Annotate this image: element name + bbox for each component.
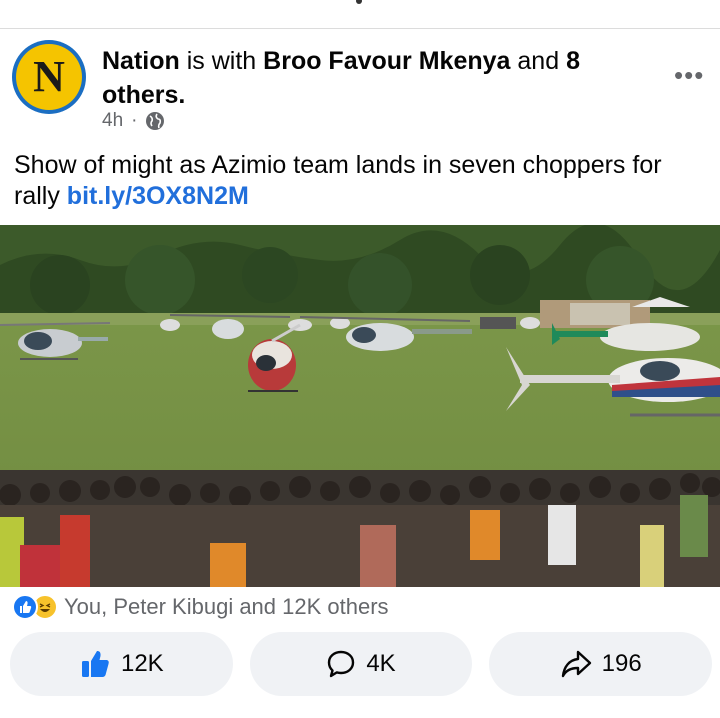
like-reaction-icon xyxy=(12,594,38,620)
reaction-summary-text: You, Peter Kibugi and 12K others xyxy=(64,594,389,619)
with-text: is with xyxy=(186,47,257,75)
divider-dot xyxy=(356,0,362,4)
and-text: and xyxy=(517,47,560,75)
share-button[interactable]: 196 xyxy=(489,632,713,696)
share-count: 196 xyxy=(601,650,642,677)
like-count: 12K xyxy=(120,650,164,677)
comment-count: 4K xyxy=(366,650,396,677)
avatar-logo: N xyxy=(16,44,82,110)
page-avatar[interactable]: N xyxy=(12,40,86,114)
post-header: N Nation is with Broo Favour Mkenya and … xyxy=(0,30,720,140)
avatar-letter: N xyxy=(33,52,65,101)
helicopters-photo xyxy=(0,225,720,587)
post-photo[interactable] xyxy=(0,225,720,587)
thumbs-up-icon xyxy=(81,650,109,677)
post-meta: 4h · xyxy=(102,110,165,132)
like-button[interactable]: 12K xyxy=(10,632,233,696)
post-actions: 12K 4K 196 xyxy=(10,632,713,696)
previous-post-edge xyxy=(0,0,720,29)
globe-icon xyxy=(146,112,165,130)
comment-button[interactable]: 4K xyxy=(249,632,473,696)
post-caption: Show of might as Azimio team lands in se… xyxy=(14,150,704,212)
caption-link[interactable]: bit.ly/3OX8N2M xyxy=(67,182,249,210)
post-author-line: Nation is with Broo Favour Mkenya and 8 … xyxy=(102,47,580,109)
meta-separator: · xyxy=(131,110,138,131)
share-icon xyxy=(561,650,591,678)
reaction-summary[interactable]: You, Peter Kibugi and 12K others xyxy=(12,592,389,622)
author-name[interactable]: Nation xyxy=(102,47,180,75)
tagged-name[interactable]: Broo Favour Mkenya xyxy=(263,47,510,75)
comment-icon xyxy=(328,650,355,678)
post-time[interactable]: 4h xyxy=(102,110,123,132)
more-options-button[interactable]: ••• xyxy=(674,60,704,91)
